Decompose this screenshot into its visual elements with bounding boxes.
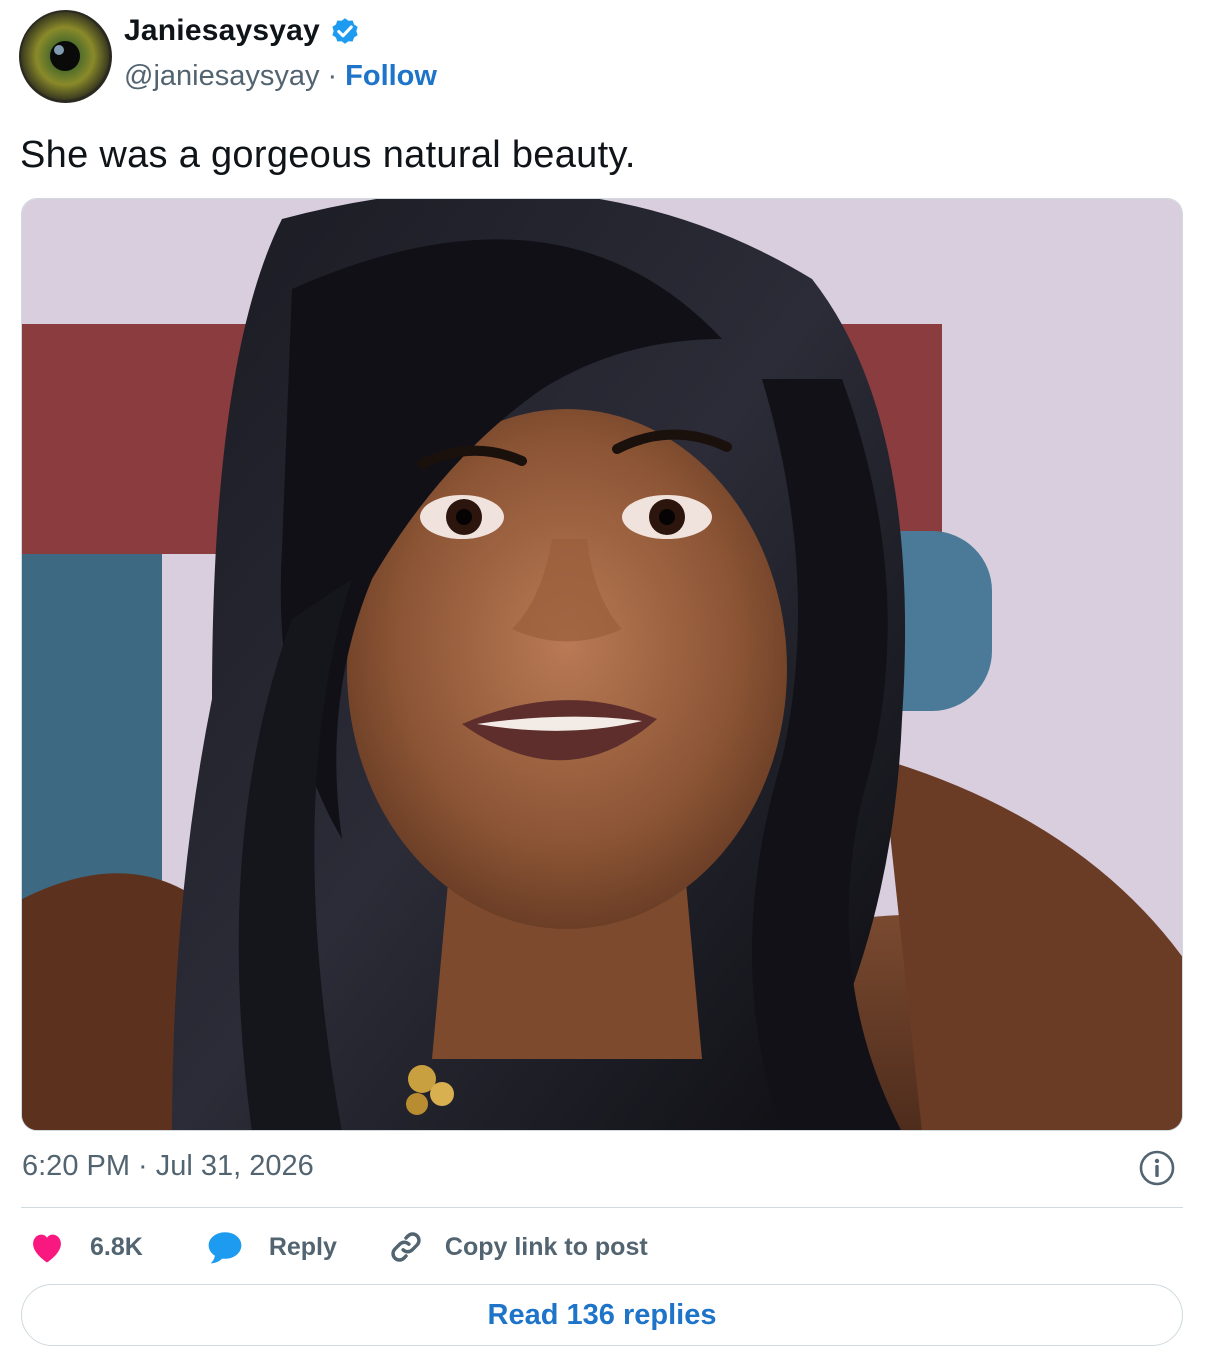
reply-bubble-icon — [205, 1229, 245, 1265]
divider — [21, 1207, 1183, 1208]
copy-link-button[interactable]: Copy link to post — [387, 1228, 648, 1266]
author-handle-row: @janiesaysyay · Follow — [124, 60, 437, 93]
portrait-photo-image — [22, 199, 1182, 1130]
author-handle[interactable]: @janiesaysyay — [124, 60, 319, 93]
tweet-actions: 6.8K Reply Copy link to post — [28, 1224, 648, 1270]
tweet-text: She was a gorgeous natural beauty. — [20, 134, 636, 176]
tweet-timestamp[interactable]: 6:20 PM · Jul 31, 2026 — [22, 1150, 314, 1183]
tweet-card: Janiesaysyay @janiesaysyay · Follow She … — [0, 0, 1205, 1361]
reply-button[interactable]: Reply — [205, 1229, 337, 1265]
heart-icon — [28, 1230, 66, 1264]
verified-badge-icon — [328, 14, 362, 48]
author-name-row: Janiesaysyay — [124, 14, 362, 48]
follow-button[interactable]: Follow — [345, 60, 437, 93]
read-replies-button[interactable]: Read 136 replies — [21, 1284, 1183, 1346]
separator-dot: · — [327, 60, 338, 92]
info-icon[interactable] — [1138, 1149, 1176, 1187]
link-icon — [387, 1228, 425, 1266]
avatar-eye-image — [19, 10, 112, 103]
like-count: 6.8K — [90, 1232, 143, 1261]
author-display-name[interactable]: Janiesaysyay — [124, 14, 320, 48]
copy-link-label: Copy link to post — [444, 1232, 648, 1261]
avatar[interactable] — [19, 10, 112, 103]
like-button[interactable]: 6.8K — [28, 1230, 143, 1264]
reply-label: Reply — [268, 1232, 337, 1261]
tweet-photo[interactable] — [21, 198, 1183, 1131]
